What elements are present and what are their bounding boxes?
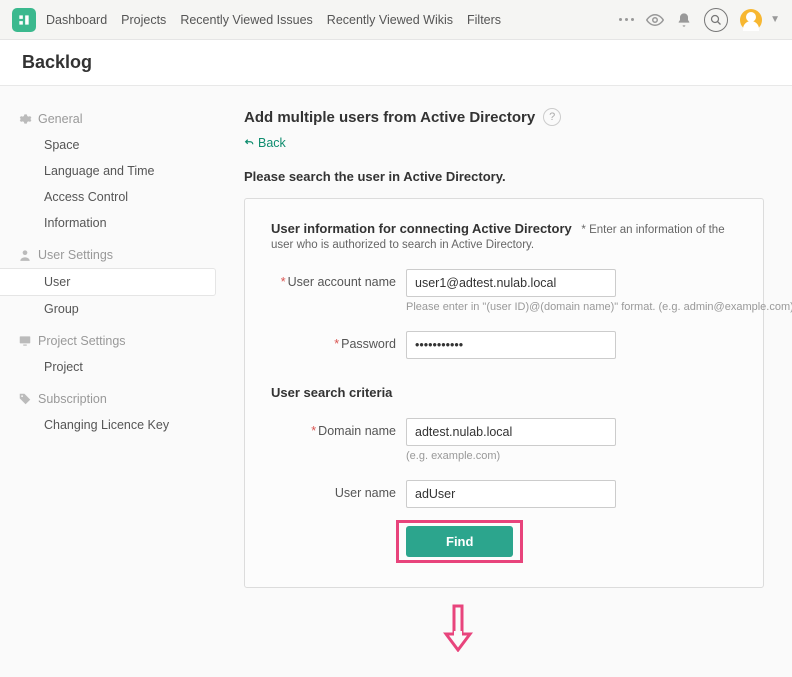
sidebar-group-subscription: Subscription [0, 386, 216, 412]
app-logo[interactable] [12, 8, 36, 32]
search-button[interactable] [704, 8, 728, 32]
screen-icon [18, 334, 32, 348]
sidebar-group-general: General [0, 106, 216, 132]
account-hint: Please enter in "(user ID)@(domain name)… [406, 301, 616, 313]
nav-recent-issues[interactable]: Recently Viewed Issues [180, 13, 312, 27]
top-nav: Dashboard Projects Recently Viewed Issue… [46, 13, 501, 27]
domain-input[interactable] [406, 418, 616, 446]
sidebar-group-user-settings: User Settings [0, 242, 216, 268]
chevron-down-icon[interactable]: ▼ [770, 14, 780, 25]
instruction-text: Please search the user in Active Directo… [244, 169, 764, 184]
username-label: User name [271, 480, 396, 500]
tag-icon [18, 392, 32, 406]
password-label: *Password [271, 331, 396, 351]
page-title: Backlog [0, 40, 792, 86]
watch-icon[interactable] [646, 11, 664, 29]
help-icon[interactable]: ? [543, 108, 561, 126]
nav-dashboard[interactable]: Dashboard [46, 13, 107, 27]
domain-hint: (e.g. example.com) [406, 450, 616, 462]
nav-recent-wikis[interactable]: Recently Viewed Wikis [327, 13, 453, 27]
top-bar: Dashboard Projects Recently Viewed Issue… [0, 0, 792, 40]
sidebar-item-user[interactable]: User [0, 268, 216, 296]
sidebar-item-project[interactable]: Project [0, 354, 216, 380]
sidebar-group-label: Project Settings [38, 334, 126, 348]
sidebar-item-licence[interactable]: Changing Licence Key [0, 412, 216, 438]
password-input[interactable] [406, 331, 616, 359]
account-input[interactable] [406, 269, 616, 297]
find-button[interactable]: Find [406, 526, 513, 557]
more-icon[interactable] [619, 18, 634, 21]
sidebar-group-project-settings: Project Settings [0, 328, 216, 354]
user-icon [18, 248, 32, 262]
section-auth-title: User information for connecting Active D… [271, 221, 572, 236]
sidebar-item-language[interactable]: Language and Time [0, 158, 216, 184]
main-heading: Add multiple users from Active Directory… [244, 108, 764, 126]
sidebar-item-space[interactable]: Space [0, 132, 216, 158]
bell-icon[interactable] [676, 12, 692, 28]
undo-icon [244, 138, 254, 148]
sidebar-group-label: User Settings [38, 248, 113, 262]
topbar-actions: ▼ [619, 8, 780, 32]
sidebar-item-access[interactable]: Access Control [0, 184, 216, 210]
gear-icon [18, 112, 32, 126]
sidebar-item-information[interactable]: Information [0, 210, 216, 236]
form-panel: User information for connecting Active D… [244, 198, 764, 588]
back-link[interactable]: Back [244, 136, 286, 150]
account-label: *User account name [271, 269, 396, 289]
sidebar: General Space Language and Time Access C… [0, 86, 216, 677]
domain-label: *Domain name [271, 418, 396, 438]
arrow-down-annotation [440, 604, 764, 655]
sidebar-group-label: General [38, 112, 82, 126]
sidebar-item-group[interactable]: Group [0, 296, 216, 322]
user-avatar[interactable] [740, 9, 762, 31]
section-search-title: User search criteria [271, 385, 392, 400]
username-input[interactable] [406, 480, 616, 508]
nav-filters[interactable]: Filters [467, 13, 501, 27]
main-content: Add multiple users from Active Directory… [216, 86, 792, 677]
nav-projects[interactable]: Projects [121, 13, 166, 27]
sidebar-group-label: Subscription [38, 392, 107, 406]
